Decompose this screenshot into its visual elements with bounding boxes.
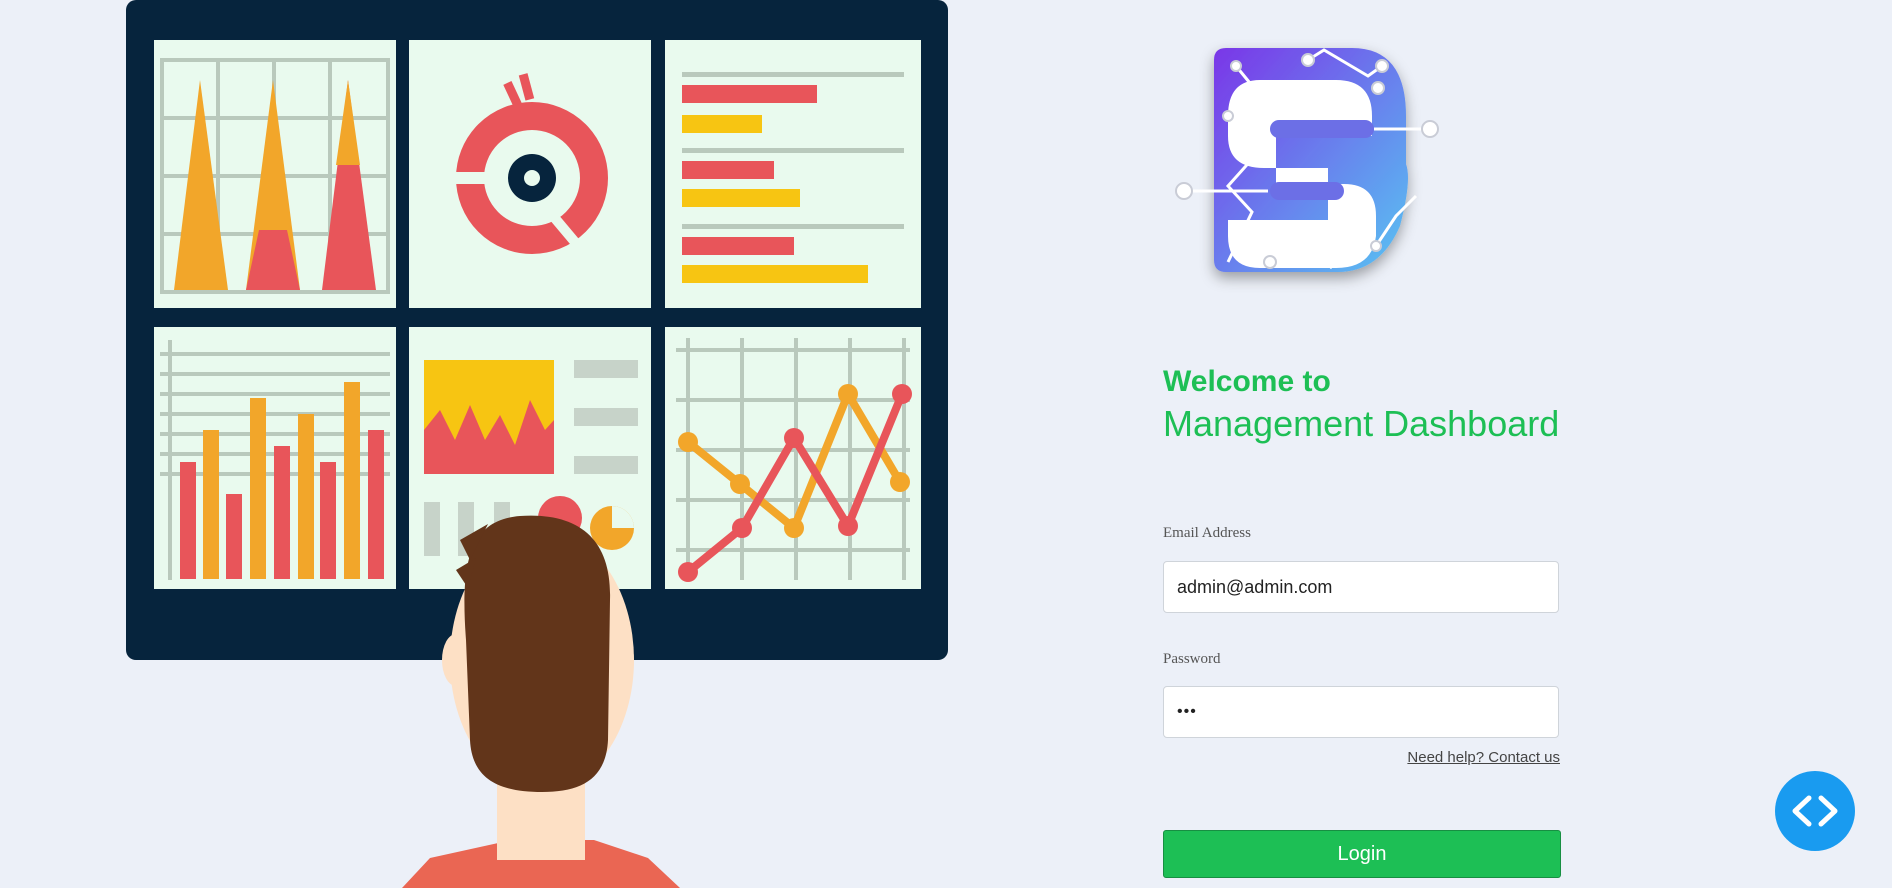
dashboard-illustration — [126, 0, 948, 888]
password-label: Password — [1163, 651, 1221, 667]
email-field[interactable]: admin@admin.com — [1163, 561, 1559, 613]
password-field[interactable]: ••• — [1163, 686, 1559, 738]
welcome-line2: Management Dashboard — [1163, 403, 1560, 444]
welcome-heading: Welcome to Management Dashboard — [1163, 364, 1559, 446]
code-icon — [1792, 795, 1838, 827]
s-circuit-logo-icon — [1175, 48, 1439, 272]
email-label: Email Address — [1163, 525, 1251, 541]
code-toggle-button[interactable] — [1775, 771, 1855, 851]
login-button[interactable]: Login — [1163, 830, 1561, 878]
help-link[interactable]: Need help? Contact us — [1400, 749, 1560, 766]
welcome-line1: Welcome to — [1163, 365, 1331, 398]
